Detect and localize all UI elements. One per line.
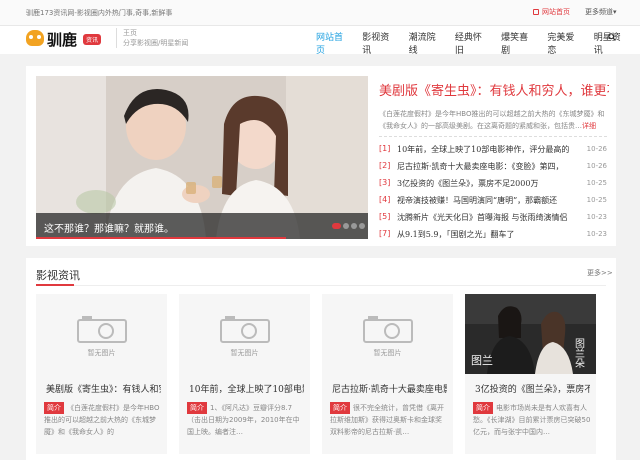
intro-badge: 简介: [187, 402, 207, 414]
news-list: [1] 10年前，全球上映了10部电影神作，评分最高的不 10-26 [2] 尼古拉斯…: [379, 142, 607, 244]
featured-banner: 这不那谁？那谁嘛？就那谁。 美剧版《寄生虫》：有钱人和穷人，谁更不 《白莲花度假…: [26, 66, 616, 246]
reindeer-logo-icon: [26, 30, 44, 46]
list-item[interactable]: [4] 视帝演技被赚！马国明演同“唐明”，那霸额还 10-25: [379, 193, 607, 210]
list-item-number: [7]: [379, 229, 391, 238]
headline-title[interactable]: 美剧版《寄生虫》：有钱人和穷人，谁更不: [379, 80, 609, 99]
article-card[interactable]: 暂无图片 10年前，全球上映了10部电影神 简介1、《阿凡达》豆瓣评分8.7（击…: [179, 294, 310, 454]
nav-item-film-news[interactable]: 影视资讯: [362, 30, 396, 56]
list-item-date: 10-23: [586, 230, 607, 238]
placeholder-label: 暂无图片: [87, 349, 116, 357]
list-item-title[interactable]: 视帝演技被赚！马国明演同“唐明”，那霸额还: [397, 195, 569, 206]
list-item-date: 10-23: [586, 213, 607, 221]
list-item-date: 10-25: [586, 179, 607, 187]
slogan-line-2: 分享影视圈/明星新闻: [123, 39, 189, 47]
list-item[interactable]: [3] 3亿投资的《图兰朵》，票房不足2000万 10-25: [379, 176, 607, 193]
intro-badge: 简介: [330, 402, 350, 414]
film-news-section: 影视资讯 更多>> 暂无图片 美剧版《寄生虫》：有钱人和穷 简介 《白莲花度假村》…: [26, 258, 616, 460]
slogan: 王页 分享影视圈/明星新闻: [116, 28, 188, 48]
site-header: 驯鹿 资讯 王页 分享影视圈/明星新闻 网站首页 影视资讯 潮流院线 经典怀旧 …: [0, 26, 640, 56]
slider-dot[interactable]: [351, 223, 357, 229]
slider-dot[interactable]: [359, 223, 365, 229]
slider-dot[interactable]: [343, 223, 349, 229]
list-item-number: [5]: [379, 212, 391, 221]
slogan-line-1: 王页: [123, 29, 137, 37]
article-intro: 简介 电影市场尚未是有人欢喜有人愁。《长津湖》目前累计票房已突破50亿元，而与张宇…: [473, 402, 591, 438]
list-item-number: [4]: [379, 195, 391, 204]
slider-dots: [332, 223, 367, 229]
article-card[interactable]: 暂无图片 美剧版《寄生虫》：有钱人和穷 简介 《白莲花度假村》是今年HBO推出的可…: [36, 294, 167, 454]
poster-title-left: 图兰: [471, 354, 493, 367]
logo-text: 驯鹿: [47, 31, 78, 49]
article-thumbnail[interactable]: 暂无图片: [179, 294, 310, 374]
top-bar: 驯鹿173资讯网-影视圈内外热门事,奇事,新鲜事 网站首页 更多频道▾: [0, 0, 640, 26]
list-item-title[interactable]: 10年前，全球上映了10部电影神作，评分最高的不: [397, 144, 569, 155]
placeholder-label: 暂无图片: [230, 349, 259, 357]
article-thumbnail[interactable]: 暂无图片: [36, 294, 167, 374]
intro-badge: 简介: [44, 402, 64, 414]
article-title[interactable]: 美剧版《寄生虫》：有钱人和穷: [46, 382, 161, 395]
divider: [379, 136, 607, 137]
list-item[interactable]: [2] 尼古拉斯·凯奇十大最卖座电影：《变脸》第四， 10-26: [379, 159, 607, 176]
article-card[interactable]: 图兰 图兰朵 3亿投资的《图兰朵》，票房不足 简介 电影市场尚未是有人欢喜有人愁。…: [465, 294, 596, 454]
article-title[interactable]: 10年前，全球上映了10部电影神: [189, 382, 304, 395]
list-item[interactable]: [1] 10年前，全球上映了10部电影神作，评分最高的不 10-26: [379, 142, 607, 159]
main-nav: 网站首页 影视资讯 潮流院线 经典怀旧 爆笑喜剧 完美爱恋 明星资讯: [316, 30, 640, 56]
list-item-title[interactable]: 尼古拉斯·凯奇十大最卖座电影：《变脸》第四，: [397, 161, 569, 172]
nav-item-comedy[interactable]: 爆笑喜剧: [501, 30, 535, 56]
slide-caption[interactable]: 这不那谁？那谁嘛？就那谁。: [36, 213, 368, 239]
home-link-label: 网站首页: [542, 8, 570, 16]
list-item-date: 10-26: [586, 162, 607, 170]
nav-item-cinema[interactable]: 潮流院线: [409, 30, 443, 56]
article-thumbnail[interactable]: 图兰 图兰朵: [465, 294, 596, 374]
headline-desc-text: 《白莲花度假村》是今年HBO推出的可以超越之前大热的《东城梦魇》和《我命女人》的…: [379, 110, 605, 130]
section-title: 影视资讯: [36, 269, 80, 282]
article-intro: 简介 1、《阿凡达》豆瓣评分8.7（击出日期为2009年，2010年在中国上映。编…: [187, 402, 305, 438]
headline-description: 《白莲花度假村》是今年HBO推出的可以超越之前大热的《东城梦魇》和《我命女人》的…: [379, 108, 607, 132]
list-item-number: [3]: [379, 178, 391, 187]
camera-placeholder-icon: [77, 316, 127, 343]
list-item-title[interactable]: 沈腾新片《光天化日》首曝海报 与张雨绮演情侣: [397, 212, 569, 223]
list-item-title[interactable]: 3亿投资的《图兰朵》，票房不足2000万: [397, 178, 569, 189]
intro-badge: 简介: [473, 402, 493, 414]
search-icon[interactable]: [608, 33, 616, 41]
slide-progress-bar: [36, 237, 286, 239]
home-link[interactable]: 网站首页: [533, 7, 570, 17]
slide-caption-text: 这不那谁？那谁嘛？就那谁。: [44, 224, 174, 235]
list-item-number: [2]: [379, 161, 391, 170]
site-notice: 驯鹿173资讯网-影视圈内外热门事,奇事,新鲜事: [26, 9, 173, 17]
list-item[interactable]: [5] 沈腾新片《光天化日》首曝海报 与张雨绮演情侣 10-23: [379, 210, 607, 227]
slider-dot[interactable]: [332, 223, 341, 229]
home-icon: [533, 9, 539, 15]
logo-tag: 资讯: [83, 34, 102, 45]
nav-item-home[interactable]: 网站首页: [316, 30, 350, 56]
nav-item-romance[interactable]: 完美爱恋: [547, 30, 581, 56]
site-logo[interactable]: 驯鹿 资讯: [26, 28, 104, 50]
article-thumbnail[interactable]: 暂无图片: [322, 294, 453, 374]
movie-poster-image: 图兰 图兰朵: [465, 294, 596, 374]
list-item-date: 10-26: [586, 145, 607, 153]
list-item[interactable]: [7] 从9.1到5.9，「国剧之光」翻车了 10-23: [379, 227, 607, 244]
article-card[interactable]: 暂无图片 尼古拉斯·凯奇十大最卖座电影: 简介 很不完全统计，曾凭借《离开拉斯维加…: [322, 294, 453, 454]
article-title[interactable]: 3亿投资的《图兰朵》，票房不足: [475, 382, 590, 395]
camera-placeholder-icon: [363, 316, 413, 343]
image-slider[interactable]: 这不那谁？那谁嘛？就那谁。: [36, 76, 368, 239]
section-more-link[interactable]: 更多>>: [587, 268, 613, 278]
placeholder-label: 暂无图片: [373, 349, 402, 357]
list-item-number: [1]: [379, 144, 391, 153]
article-intro: 简介 《白莲花度假村》是今年HBO推出的可以超越之前大热的《东城梦魇》和《我命女人…: [44, 402, 162, 438]
camera-placeholder-icon: [220, 316, 270, 343]
article-title[interactable]: 尼古拉斯·凯奇十大最卖座电影:: [332, 382, 447, 395]
article-intro: 简介 很不完全统计，曾凭借《离开拉斯维加斯》获得过奥斯卡和金球奖双料影帝的尼古拉斯…: [330, 402, 448, 438]
section-title-underline: [36, 284, 74, 286]
more-channels-dropdown[interactable]: 更多频道▾: [585, 7, 617, 17]
section-divider: [36, 285, 606, 286]
poster-title-right: 图兰朵: [573, 338, 585, 369]
list-item-date: 10-25: [586, 196, 607, 204]
nav-item-classic[interactable]: 经典怀旧: [455, 30, 489, 56]
list-item-title[interactable]: 从9.1到5.9，「国剧之光」翻车了: [397, 229, 569, 240]
